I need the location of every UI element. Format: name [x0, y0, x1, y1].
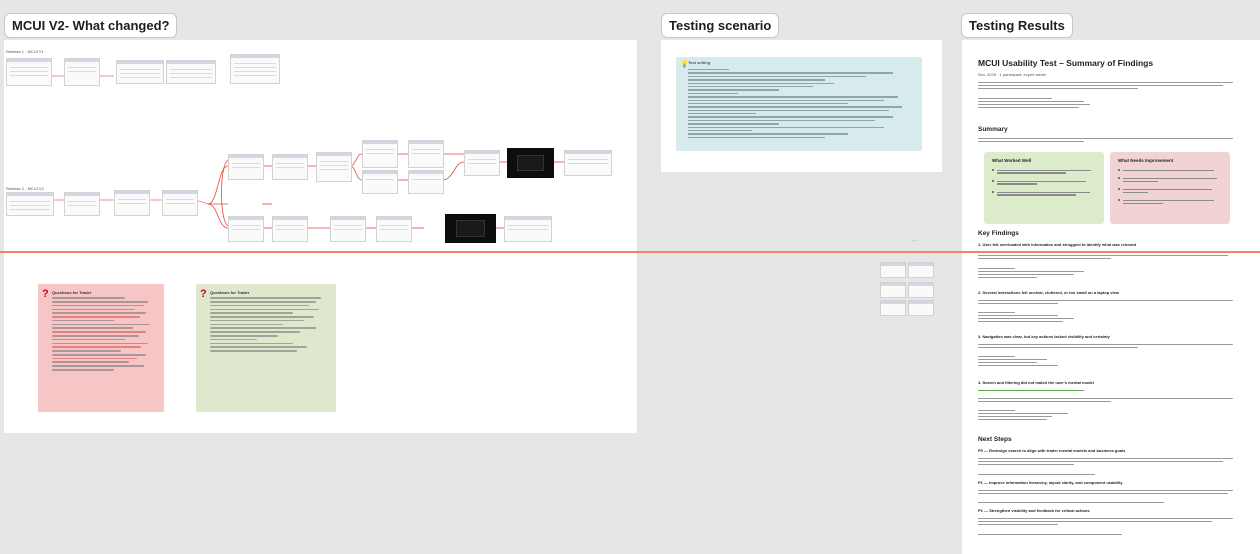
screen-thumbnail[interactable]: [880, 300, 906, 316]
worked-title: What Worked Well: [992, 158, 1032, 163]
screen-thumbnail[interactable]: [116, 60, 164, 84]
screen-thumbnail[interactable]: [272, 216, 308, 242]
question-icon: ?: [200, 288, 207, 300]
next-steps-heading: Next Steps: [978, 436, 1012, 443]
sticky-title: Questions for Trader: [210, 290, 250, 295]
frame-label-testing-results[interactable]: Testing Results: [961, 13, 1073, 38]
screen-thumbnail[interactable]: [880, 282, 906, 298]
divider-line: [0, 251, 1260, 253]
screen-thumbnail[interactable]: [6, 58, 52, 86]
modal-thumbnail[interactable]: [445, 214, 496, 243]
screen-thumbnail[interactable]: [228, 216, 264, 242]
more-icon[interactable]: ···: [912, 238, 918, 244]
results-meta: Nov, 2025 · 1 participant, expert trader: [978, 72, 1047, 77]
screen-thumbnail[interactable]: [330, 216, 366, 242]
screen-thumbnail[interactable]: [376, 216, 412, 242]
scenario-heading: Test setting: [688, 60, 711, 65]
modal-thumbnail[interactable]: [507, 148, 554, 178]
screen-thumbnail[interactable]: [504, 216, 552, 242]
flow-label-v2: Release 2 - MCUI V2: [6, 186, 44, 191]
key-findings-heading: Key Findings: [978, 230, 1019, 237]
screen-thumbnail[interactable]: [908, 300, 934, 316]
finding-3: 3. Navigation was clear, but key actions…: [978, 334, 1110, 339]
finding-4: 4. Search and filtering did not match th…: [978, 380, 1094, 385]
screen-thumbnail[interactable]: [114, 190, 150, 216]
screen-thumbnail[interactable]: [362, 170, 398, 194]
questions-sticky-green[interactable]: ? Questions for Trader: [196, 284, 336, 412]
screen-thumbnail[interactable]: [464, 150, 500, 176]
screen-thumbnail[interactable]: [316, 152, 352, 182]
results-title: MCUI Usability Test – Summary of Finding…: [978, 58, 1154, 68]
flow-label-v1: Release 1 - MCUI V1: [6, 49, 44, 54]
finding-2: 2. Several interactions felt unclear, cl…: [978, 290, 1119, 295]
results-document[interactable]: MCUI Usability Test – Summary of Finding…: [962, 40, 1260, 554]
needs-improvement-box: What Needs Improvement: [1110, 152, 1230, 224]
finding-1: 1. User felt overloaded with information…: [978, 242, 1137, 247]
screen-thumbnail[interactable]: [908, 282, 934, 298]
question-icon: ?: [42, 288, 49, 300]
screen-thumbnail[interactable]: [272, 154, 308, 180]
scenario-callout[interactable]: 💡 Test setting: [676, 57, 922, 151]
next-step-p0: P0 — Redesign search to align with trade…: [978, 448, 1126, 453]
screen-thumbnail[interactable]: [228, 154, 264, 180]
what-changed-frame[interactable]: Release 1 - MCUI V1 Release 2 - MCUI V2 …: [4, 40, 637, 433]
screen-thumbnail[interactable]: [6, 192, 54, 216]
frame-label-what-changed[interactable]: MCUI V2- What changed?: [4, 13, 178, 38]
screen-thumbnail[interactable]: [64, 58, 100, 86]
next-step-p1a: P1 — Improve information hierarchy, layo…: [978, 480, 1123, 485]
next-step-p1b: P1 — Strengthen visibility and feedback …: [978, 508, 1090, 513]
questions-sticky-red[interactable]: ? Questions for Trader: [38, 284, 164, 412]
screen-thumbnail[interactable]: [564, 150, 612, 176]
screen-thumbnail[interactable]: [880, 262, 906, 278]
frame-label-testing-scenario[interactable]: Testing scenario: [661, 13, 780, 38]
screen-thumbnail[interactable]: [166, 60, 216, 84]
screen-thumbnail[interactable]: [230, 54, 280, 84]
screen-thumbnail[interactable]: [408, 170, 444, 194]
needs-title: What Needs Improvement: [1118, 158, 1174, 163]
screen-thumbnail[interactable]: [362, 140, 398, 168]
screen-thumbnail[interactable]: [908, 262, 934, 278]
screen-thumbnail[interactable]: [64, 192, 100, 216]
sticky-title: Questions for Trader: [52, 290, 92, 295]
summary-heading: Summary: [978, 126, 1008, 133]
screen-thumbnail[interactable]: [162, 190, 198, 216]
screen-thumbnail[interactable]: [408, 140, 444, 168]
worked-well-box: What Worked Well: [984, 152, 1104, 224]
